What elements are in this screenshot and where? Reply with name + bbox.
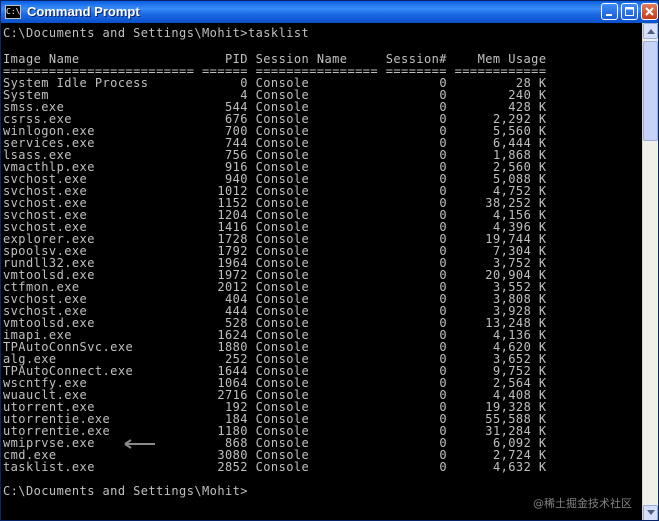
command-prompt-line[interactable]: C:\Documents and Settings\Mohit> — [3, 485, 248, 497]
left-arrow-icon — [124, 439, 155, 449]
scroll-thumb[interactable] — [643, 41, 658, 141]
vertical-scrollbar[interactable] — [642, 23, 658, 520]
console-output[interactable]: C:\Documents and Settings\Mohit>tasklist… — [1, 23, 642, 520]
table-row: tasklist.exe 2852 Console 0 4,632 K — [3, 461, 547, 473]
window-title: Command Prompt — [27, 4, 140, 19]
cmd-app-icon[interactable]: C:\ — [5, 5, 21, 19]
scroll-up-button[interactable] — [643, 23, 658, 39]
arrow-up-icon — [647, 29, 655, 34]
command-prompt-window: C:\ Command Prompt C:\Documents and Sett… — [0, 0, 659, 521]
close-icon — [645, 7, 654, 16]
command-line: C:\Documents and Settings\Mohit>tasklist — [3, 26, 310, 40]
process-pid: 2852 — [202, 460, 248, 474]
process-session-number: 0 — [385, 460, 448, 474]
minimize-button[interactable] — [601, 3, 618, 20]
process-mem-usage: 4,632 K — [454, 460, 547, 474]
scroll-down-button[interactable] — [643, 505, 658, 520]
process-session: Console — [255, 460, 379, 474]
title-bar[interactable]: C:\ Command Prompt — [1, 1, 658, 23]
maximize-icon — [625, 7, 634, 16]
process-name: tasklist.exe — [3, 460, 195, 474]
maximize-button[interactable] — [621, 3, 638, 20]
minimize-icon — [606, 14, 612, 16]
arrow-down-icon — [647, 510, 655, 515]
watermark: @稀土掘金技术社区 — [533, 497, 632, 510]
close-button[interactable] — [641, 3, 658, 20]
